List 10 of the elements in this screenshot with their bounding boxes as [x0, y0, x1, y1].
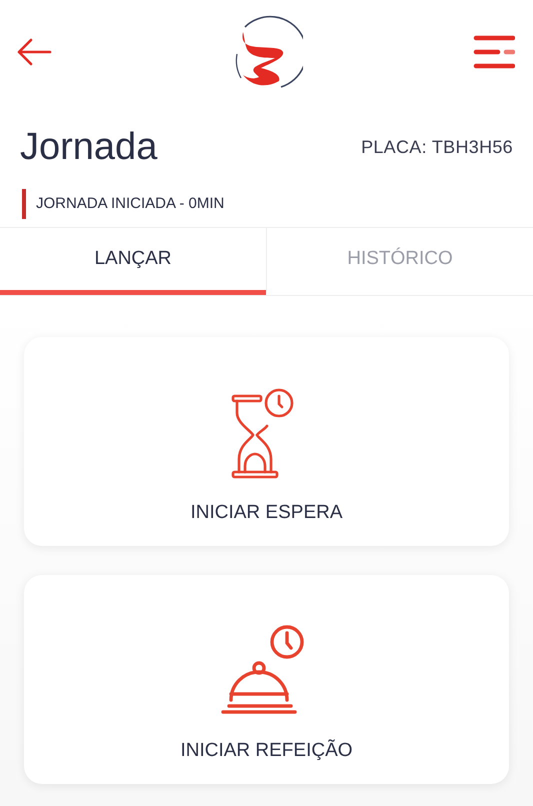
back-button[interactable] — [16, 37, 52, 67]
action-card[interactable]: INICIAR ESPERA — [24, 337, 509, 546]
tab[interactable]: LANÇAR — [0, 228, 266, 295]
menu-button[interactable] — [473, 34, 515, 70]
journey-status: JORNADA INICIADA - 0MIN — [22, 189, 533, 219]
action-card[interactable]: INICIAR REFEIÇÃO — [24, 575, 509, 784]
plate-label: PLACA: TBH3H56 — [361, 137, 513, 158]
menu-icon — [473, 34, 515, 70]
back-arrow-icon — [16, 37, 52, 67]
page-title: Jornada — [20, 126, 158, 169]
